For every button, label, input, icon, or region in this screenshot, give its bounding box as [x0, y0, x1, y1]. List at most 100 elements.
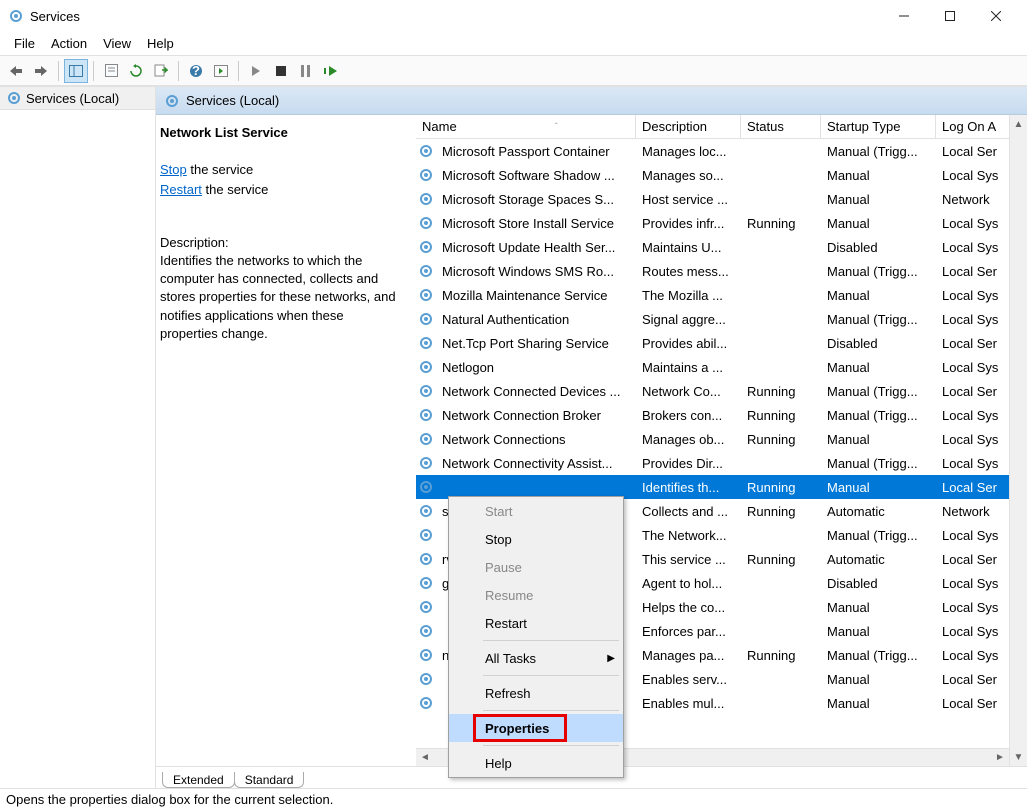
- tab-extended[interactable]: Extended: [162, 772, 235, 788]
- tab-standard[interactable]: Standard: [234, 772, 305, 788]
- cell-startup: Manual (Trigg...: [821, 384, 936, 399]
- cell-startup: Manual: [821, 168, 936, 183]
- stop-link[interactable]: Stop: [160, 162, 187, 177]
- table-row[interactable]: Natural AuthenticationSignal aggre...Man…: [416, 307, 1009, 331]
- highlight-box: [473, 714, 567, 742]
- scroll-left-icon[interactable]: ◄: [416, 750, 434, 766]
- cell-logon: Local Sys: [936, 432, 1006, 447]
- cell-logon: Local Ser: [936, 336, 1006, 351]
- context-menu: StartStopPauseResumeRestartAll Tasks▶Ref…: [448, 496, 624, 778]
- table-row[interactable]: Microsoft Store Install ServiceProvides …: [416, 211, 1009, 235]
- col-logon[interactable]: Log On A: [936, 115, 1006, 138]
- show-hide-tree-button[interactable]: [64, 59, 88, 83]
- cell-logon: Local Sys: [936, 216, 1006, 231]
- cell-logon: Local Sys: [936, 648, 1006, 663]
- cell-description: Maintains a ...: [636, 360, 741, 375]
- refresh-button[interactable]: [124, 59, 148, 83]
- cell-logon: Local Ser: [936, 264, 1006, 279]
- cell-startup: Manual (Trigg...: [821, 144, 936, 159]
- cell-startup: Disabled: [821, 576, 936, 591]
- export-list-button[interactable]: [149, 59, 173, 83]
- context-menu-item-all-tasks[interactable]: All Tasks▶: [449, 644, 623, 672]
- cell-startup: Automatic: [821, 552, 936, 567]
- pause-service-button[interactable]: [294, 59, 318, 83]
- tree-root[interactable]: Services (Local): [0, 87, 155, 110]
- table-row[interactable]: Microsoft Software Shadow ...Manages so.…: [416, 163, 1009, 187]
- table-row[interactable]: Network Connectivity Assist...Provides D…: [416, 451, 1009, 475]
- cell-status: Running: [741, 504, 821, 519]
- context-menu-item-refresh[interactable]: Refresh: [449, 679, 623, 707]
- back-button[interactable]: [4, 59, 28, 83]
- service-icon: [416, 215, 436, 231]
- cell-startup: Manual: [821, 216, 936, 231]
- cell-logon: Local Ser: [936, 696, 1006, 711]
- table-row[interactable]: Net.Tcp Port Sharing ServiceProvides abi…: [416, 331, 1009, 355]
- restart-service-button[interactable]: [319, 59, 343, 83]
- scroll-right-icon[interactable]: ►: [991, 750, 1009, 766]
- cell-status: Running: [741, 384, 821, 399]
- table-row[interactable]: Microsoft Storage Spaces S...Host servic…: [416, 187, 1009, 211]
- show-actions-pane-button[interactable]: [209, 59, 233, 83]
- service-icon: [416, 143, 436, 159]
- context-menu-item-stop[interactable]: Stop: [449, 525, 623, 553]
- table-row[interactable]: Network Connection BrokerBrokers con...R…: [416, 403, 1009, 427]
- context-menu-item-help[interactable]: Help: [449, 749, 623, 777]
- restart-link[interactable]: Restart: [160, 182, 202, 197]
- stop-service-button[interactable]: [269, 59, 293, 83]
- service-icon: [416, 695, 436, 711]
- close-button[interactable]: [973, 0, 1019, 32]
- scroll-down-icon[interactable]: ▼: [1011, 748, 1027, 766]
- context-menu-separator: [483, 745, 619, 746]
- menu-action[interactable]: Action: [43, 34, 95, 53]
- context-menu-item-properties[interactable]: Properties: [449, 714, 623, 742]
- col-status[interactable]: Status: [741, 115, 821, 138]
- maximize-button[interactable]: [927, 0, 973, 32]
- menu-help[interactable]: Help: [139, 34, 182, 53]
- cell-description: Helps the co...: [636, 600, 741, 615]
- context-menu-item-pause: Pause: [449, 553, 623, 581]
- cell-description: Maintains U...: [636, 240, 741, 255]
- service-icon: [416, 647, 436, 663]
- cell-description: Signal aggre...: [636, 312, 741, 327]
- cell-startup: Manual: [821, 432, 936, 447]
- table-row[interactable]: Microsoft Windows SMS Ro...Routes mess..…: [416, 259, 1009, 283]
- start-service-button[interactable]: [244, 59, 268, 83]
- table-row[interactable]: Network ConnectionsManages ob...RunningM…: [416, 427, 1009, 451]
- col-description[interactable]: Description: [636, 115, 741, 138]
- service-icon: [416, 551, 436, 567]
- service-icon: [416, 623, 436, 639]
- cell-startup: Manual: [821, 360, 936, 375]
- svg-text:?: ?: [192, 64, 200, 78]
- menu-file[interactable]: File: [6, 34, 43, 53]
- cell-logon: Local Sys: [936, 456, 1006, 471]
- toolbar-separator: [93, 61, 94, 81]
- right-header-title: Services (Local): [186, 93, 279, 108]
- scroll-up-icon[interactable]: ▲: [1011, 115, 1027, 133]
- service-icon: [416, 359, 436, 375]
- cell-description: Provides infr...: [636, 216, 741, 231]
- minimize-button[interactable]: [881, 0, 927, 32]
- table-row[interactable]: Microsoft Passport ContainerManages loc.…: [416, 139, 1009, 163]
- menu-view[interactable]: View: [95, 34, 139, 53]
- col-startup-type[interactable]: Startup Type: [821, 115, 936, 138]
- properties-button[interactable]: [99, 59, 123, 83]
- cell-description: Provides Dir...: [636, 456, 741, 471]
- cell-description: Brokers con...: [636, 408, 741, 423]
- cell-description: Agent to hol...: [636, 576, 741, 591]
- tree-pane[interactable]: Services (Local): [0, 87, 156, 788]
- table-row[interactable]: Network Connected Devices ...Network Co.…: [416, 379, 1009, 403]
- context-menu-item-restart[interactable]: Restart: [449, 609, 623, 637]
- context-menu-item-resume: Resume: [449, 581, 623, 609]
- table-row[interactable]: Mozilla Maintenance ServiceThe Mozilla .…: [416, 283, 1009, 307]
- help-button[interactable]: ?: [184, 59, 208, 83]
- table-row[interactable]: Microsoft Update Health Ser...Maintains …: [416, 235, 1009, 259]
- cell-name: Natural Authentication: [436, 312, 636, 327]
- forward-button[interactable]: [29, 59, 53, 83]
- table-row[interactable]: NetlogonMaintains a ...ManualLocal Sys: [416, 355, 1009, 379]
- detail-desc-heading: Description:: [160, 235, 404, 250]
- cell-description: The Mozilla ...: [636, 288, 741, 303]
- col-name[interactable]: Name ˆ: [416, 115, 636, 138]
- cell-description: Identifies th...: [636, 480, 741, 495]
- vertical-scrollbar[interactable]: ▲ ▼: [1009, 115, 1027, 766]
- submenu-arrow-icon: ▶: [607, 653, 615, 664]
